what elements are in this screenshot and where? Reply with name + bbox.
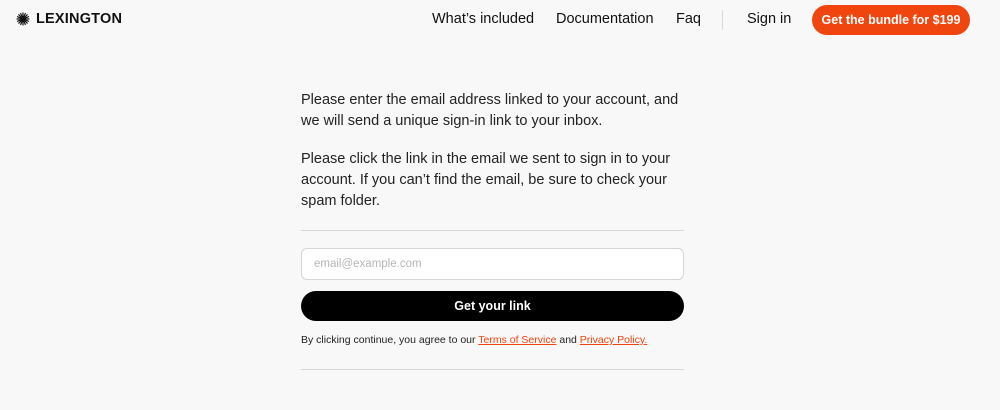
terms-of-service-link[interactable]: Terms of Service	[478, 334, 556, 346]
nav-whats-included[interactable]: What’s included	[432, 11, 534, 27]
logo-link[interactable]: LEXINGTON	[16, 11, 122, 27]
divider-top	[301, 230, 684, 231]
privacy-policy-link[interactable]: Privacy Policy.	[580, 334, 648, 346]
nav-documentation[interactable]: Documentation	[556, 11, 654, 27]
divider-bottom	[301, 369, 684, 370]
get-link-button[interactable]: Get your link	[301, 291, 684, 321]
site-header: LEXINGTON What’s included Documentation …	[0, 0, 1000, 40]
nav-faq[interactable]: Faq	[676, 11, 701, 27]
instructions-paragraph: Please click the link in the email we se…	[301, 151, 671, 209]
email-input[interactable]	[301, 248, 684, 280]
logo-text: LEXINGTON	[36, 11, 123, 27]
starburst-icon	[16, 12, 30, 26]
legal-joiner: and	[556, 334, 580, 346]
nav-sign-in[interactable]: Sign in	[747, 11, 791, 27]
nav-divider	[722, 10, 723, 30]
legal-prefix: By clicking continue, you agree to our	[301, 334, 479, 346]
get-bundle-button[interactable]: Get the bundle for $199	[812, 5, 970, 35]
sign-in-content: Please enter the email address linked to…	[301, 90, 684, 212]
intro-paragraph: Please enter the email address linked to…	[301, 92, 679, 129]
legal-notice: By clicking continue, you agree to our T…	[301, 334, 691, 346]
